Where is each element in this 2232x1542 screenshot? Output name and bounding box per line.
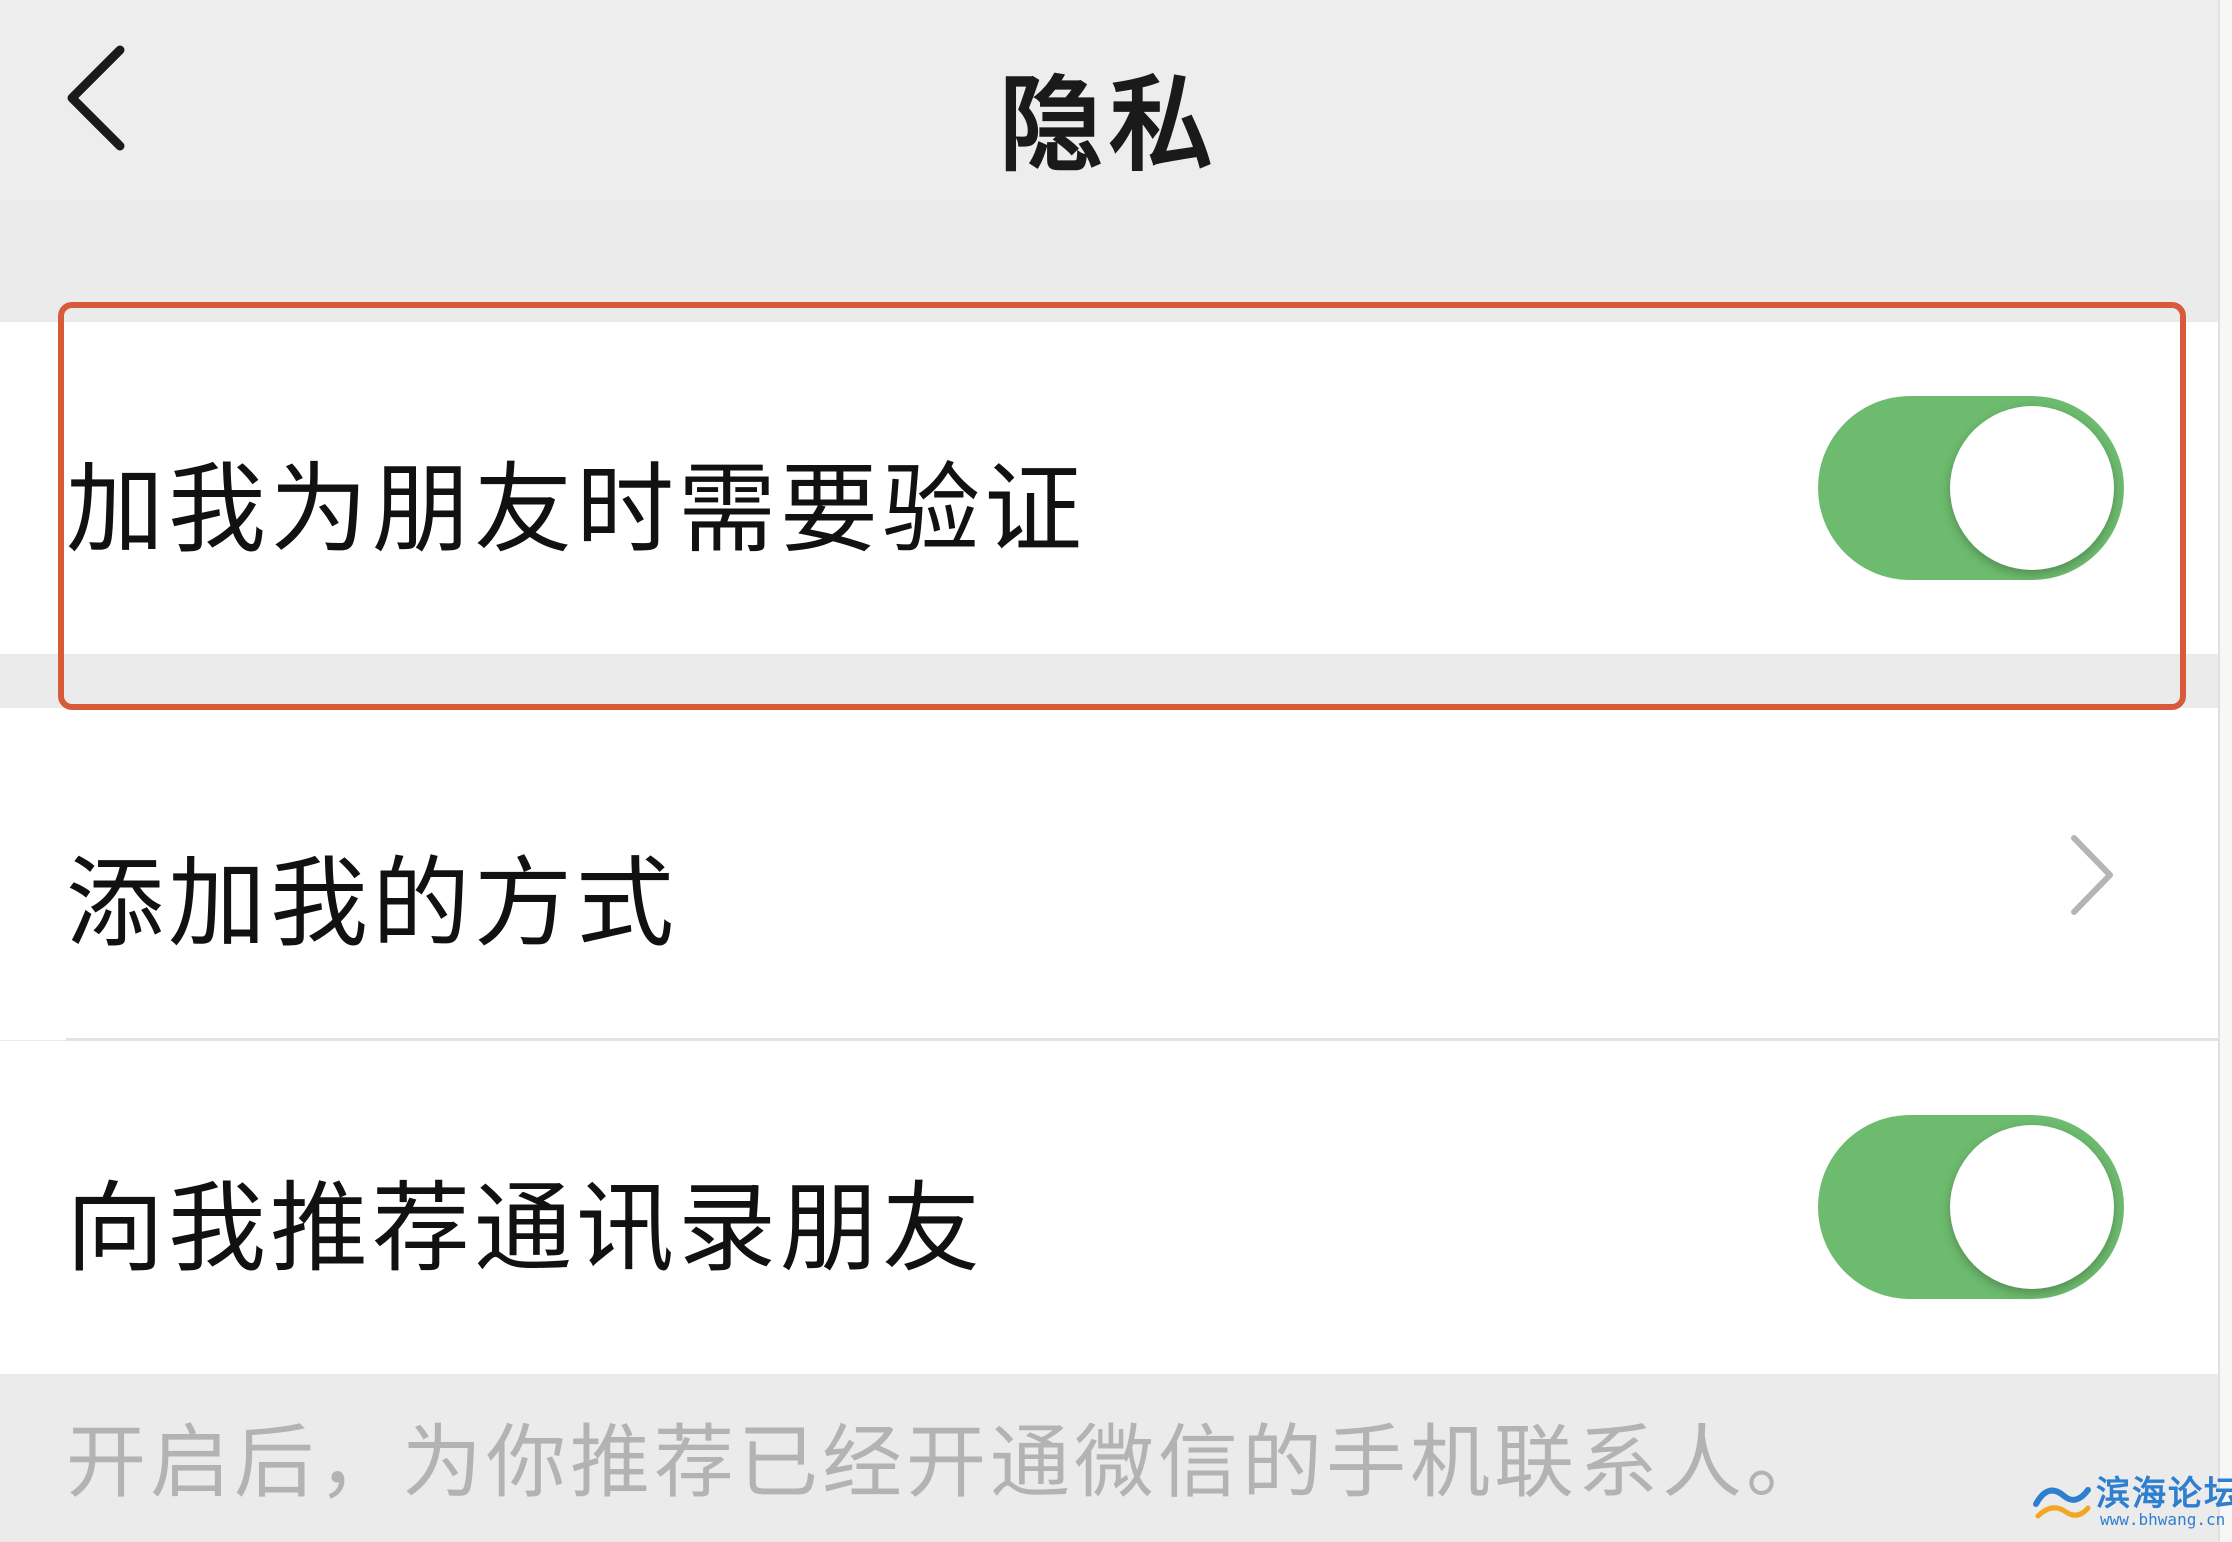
privacy-settings-screen: 隐私 加我为朋友时需要验证 添加我的方式 向我推荐通讯录朋友 开启后，为你推荐已… (0, 0, 2232, 1542)
wave-logo-icon (2033, 1487, 2091, 1519)
watermark-name: 滨海论坛 (2096, 1474, 2232, 1514)
highlight-box (58, 302, 2186, 710)
page-title: 隐私 (998, 64, 1219, 186)
window-edge (2218, 0, 2232, 1542)
watermark-url: www.bhwang.cn (2100, 1510, 2226, 1529)
footnote-text: 开启后，为你推荐已经开通微信的手机联系人。 (66, 1416, 1830, 1509)
watermark-logo: 滨海论坛 www.bhwang.cn (2030, 1460, 2232, 1540)
settings-row-recommend-contacts[interactable]: 向我推荐通讯录朋友 (0, 1041, 2218, 1374)
settings-row-add-methods[interactable]: 添加我的方式 (0, 708, 2218, 1040)
toggle-knob (1950, 1125, 2114, 1289)
settings-row-label: 添加我的方式 (66, 847, 679, 961)
settings-row-label: 向我推荐通讯录朋友 (66, 1172, 985, 1286)
chevron-right-icon (2060, 830, 2120, 920)
recommend-contacts-toggle[interactable] (1818, 1115, 2124, 1299)
navigation-bar: 隐私 (0, 0, 2218, 200)
